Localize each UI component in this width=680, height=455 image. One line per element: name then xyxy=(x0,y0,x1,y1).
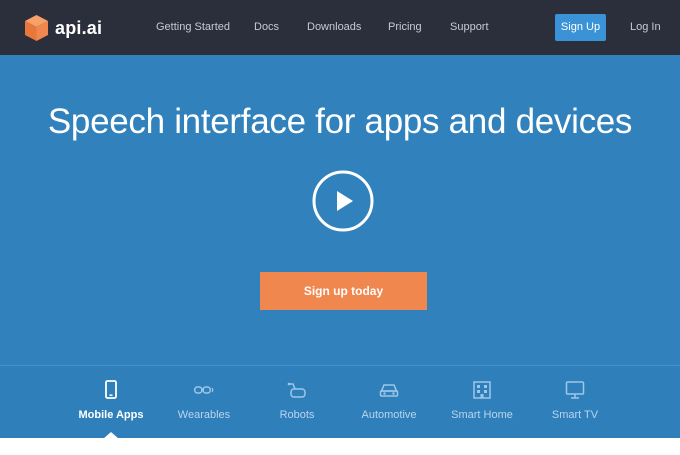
cube-icon xyxy=(24,14,49,42)
tab-label: Smart TV xyxy=(551,409,599,421)
brand-name: api.ai xyxy=(55,17,103,38)
page-content-below xyxy=(0,438,680,455)
nav-link-support[interactable]: Support xyxy=(450,20,489,35)
platform-tabs: Mobile Apps Wearables Robots Automotive … xyxy=(0,365,680,439)
mobile-phone-icon xyxy=(101,380,121,400)
play-icon xyxy=(312,170,374,232)
tab-robots[interactable]: Robots xyxy=(247,366,347,438)
tab-label: Robots xyxy=(279,409,315,421)
nav-link-pricing[interactable]: Pricing xyxy=(388,20,422,35)
tab-wearables[interactable]: Wearables xyxy=(154,366,254,438)
tab-smart-tv[interactable]: Smart TV xyxy=(525,366,625,438)
hero-title: Speech interface for apps and devices xyxy=(47,102,633,141)
building-icon xyxy=(472,380,492,400)
nav-link-docs[interactable]: Docs xyxy=(254,20,279,35)
tab-label: Automotive xyxy=(361,409,417,421)
tab-smart-home[interactable]: Smart Home xyxy=(432,366,532,438)
log-in-link[interactable]: Log In xyxy=(630,20,661,35)
nav-link-downloads[interactable]: Downloads xyxy=(307,20,361,35)
play-video-button[interactable] xyxy=(312,170,374,232)
robot-icon xyxy=(287,380,307,400)
sign-up-button[interactable]: Sign Up xyxy=(555,14,606,41)
tab-mobile-apps[interactable]: Mobile Apps xyxy=(61,366,161,439)
smart-glasses-icon xyxy=(194,380,214,400)
car-icon xyxy=(379,380,399,400)
top-navbar: api.ai Getting Started Docs Downloads Pr… xyxy=(0,0,680,55)
hero-section: Speech interface for apps and devices Si… xyxy=(0,55,680,365)
tab-label: Smart Home xyxy=(451,409,513,421)
nav-link-getting-started[interactable]: Getting Started xyxy=(156,20,230,35)
monitor-icon xyxy=(565,380,585,400)
tab-label: Wearables xyxy=(177,409,231,421)
tab-label: Mobile Apps xyxy=(78,409,144,421)
sign-up-today-button[interactable]: Sign up today xyxy=(260,272,427,310)
logo[interactable]: api.ai xyxy=(24,13,102,43)
tab-automotive[interactable]: Automotive xyxy=(339,366,439,438)
